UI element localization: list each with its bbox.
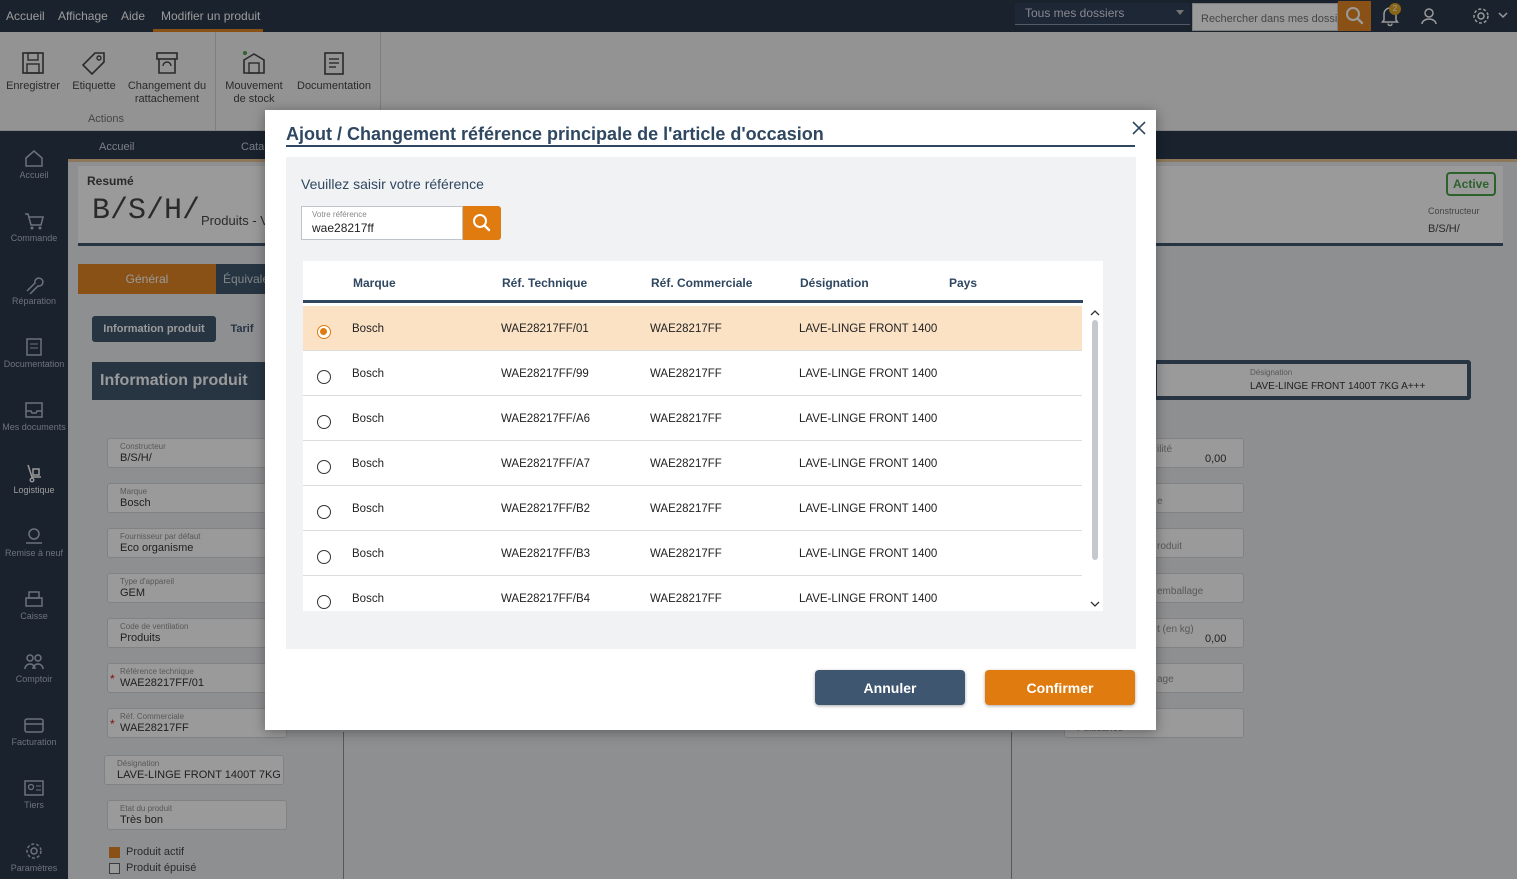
cell-marque: Bosch (352, 593, 384, 605)
cell-ref-commerciale: WAE28217FF (650, 548, 722, 560)
search-icon (473, 214, 491, 232)
cell-designation: LAVE-LINGE FRONT 1400 (799, 413, 938, 425)
scrollbar-thumb[interactable] (1092, 320, 1098, 560)
cell-designation: LAVE-LINGE FRONT 1400 (799, 548, 938, 560)
table-header: Marque Réf. Technique Réf. Commerciale D… (303, 261, 1083, 303)
cell-ref-commerciale: WAE28217FF (650, 413, 722, 425)
reference-search-button[interactable] (463, 206, 501, 240)
column-header-ref-commerciale: Réf. Commerciale (651, 276, 753, 290)
cell-ref-technique: WAE28217FF/B4 (501, 593, 591, 605)
row-radio[interactable] (317, 325, 331, 339)
cell-designation: LAVE-LINGE FRONT 1400 (799, 368, 938, 380)
reference-change-dialog: Ajout / Changement référence principale … (265, 110, 1156, 730)
cell-ref-technique: WAE28217FF/A7 (501, 458, 591, 470)
close-button[interactable] (1129, 118, 1149, 138)
cell-designation: LAVE-LINGE FRONT 1400 (799, 503, 938, 515)
cell-ref-commerciale: WAE28217FF (650, 368, 722, 380)
cell-ref-technique: WAE28217FF/99 (501, 368, 589, 380)
cell-designation: LAVE-LINGE FRONT 1400 (799, 458, 938, 470)
dialog-content: Veuillez saisir votre référence Votre ré… (286, 157, 1136, 649)
table-row[interactable]: Bosch WAE28217FF/B3 WAE28217FF LAVE-LING… (303, 531, 1082, 576)
cell-marque: Bosch (352, 368, 384, 380)
cancel-button[interactable]: Annuler (815, 670, 965, 705)
table-row[interactable]: Bosch WAE28217FF/A7 WAE28217FF LAVE-LING… (303, 441, 1082, 486)
table-row[interactable]: Bosch WAE28217FF/99 WAE28217FF LAVE-LING… (303, 351, 1082, 396)
confirm-button[interactable]: Confirmer (985, 670, 1135, 705)
dialog-title-underline (286, 145, 1135, 147)
table-scrollbar[interactable] (1088, 306, 1102, 611)
cell-ref-technique: WAE28217FF/01 (501, 323, 589, 335)
cell-marque: Bosch (352, 548, 384, 560)
chevron-up-icon[interactable] (1090, 308, 1100, 318)
cell-ref-technique: WAE28217FF/B2 (501, 503, 591, 515)
reference-prompt: Veuillez saisir votre référence (301, 176, 484, 192)
row-radio[interactable] (317, 505, 331, 519)
cell-ref-commerciale: WAE28217FF (650, 593, 722, 605)
cell-marque: Bosch (352, 503, 384, 515)
close-icon (1132, 121, 1146, 135)
chevron-down-icon[interactable] (1090, 599, 1100, 609)
column-header-ref-technique: Réf. Technique (502, 276, 588, 290)
column-header-pays: Pays (949, 276, 978, 290)
table-row[interactable]: Bosch WAE28217FF/B4 WAE28217FF LAVE-LING… (303, 576, 1082, 611)
dialog-title: Ajout / Changement référence principale … (286, 124, 824, 144)
table-row[interactable]: Bosch WAE28217FF/B2 WAE28217FF LAVE-LING… (303, 486, 1082, 531)
table-row[interactable]: Bosch WAE28217FF/A6 WAE28217FF LAVE-LING… (303, 396, 1082, 441)
cell-designation: LAVE-LINGE FRONT 1400 (799, 323, 938, 335)
column-header-designation: Désignation (800, 276, 869, 290)
cell-ref-commerciale: WAE28217FF (650, 458, 722, 470)
row-radio[interactable] (317, 550, 331, 564)
column-header-marque: Marque (353, 276, 396, 290)
cell-ref-commerciale: WAE28217FF (650, 503, 722, 515)
cell-ref-technique: WAE28217FF/A6 (501, 413, 591, 425)
table-row[interactable]: Bosch WAE28217FF/01 WAE28217FF LAVE-LING… (303, 306, 1082, 351)
cell-designation: LAVE-LINGE FRONT 1400 (799, 593, 938, 605)
row-radio[interactable] (317, 370, 331, 384)
cell-marque: Bosch (352, 458, 384, 470)
table-body: Bosch WAE28217FF/01 WAE28217FF LAVE-LING… (303, 306, 1083, 611)
row-radio[interactable] (317, 460, 331, 474)
reference-input[interactable] (312, 221, 457, 235)
reference-field[interactable]: Votre référence (301, 206, 463, 240)
reference-results-table: Marque Réf. Technique Réf. Commerciale D… (303, 261, 1103, 611)
reference-field-label: Votre référence (312, 210, 367, 219)
cell-ref-commerciale: WAE28217FF (650, 323, 722, 335)
cell-marque: Bosch (352, 323, 384, 335)
cell-ref-technique: WAE28217FF/B3 (501, 548, 591, 560)
row-radio[interactable] (317, 415, 331, 429)
row-radio[interactable] (317, 595, 331, 609)
cell-marque: Bosch (352, 413, 384, 425)
